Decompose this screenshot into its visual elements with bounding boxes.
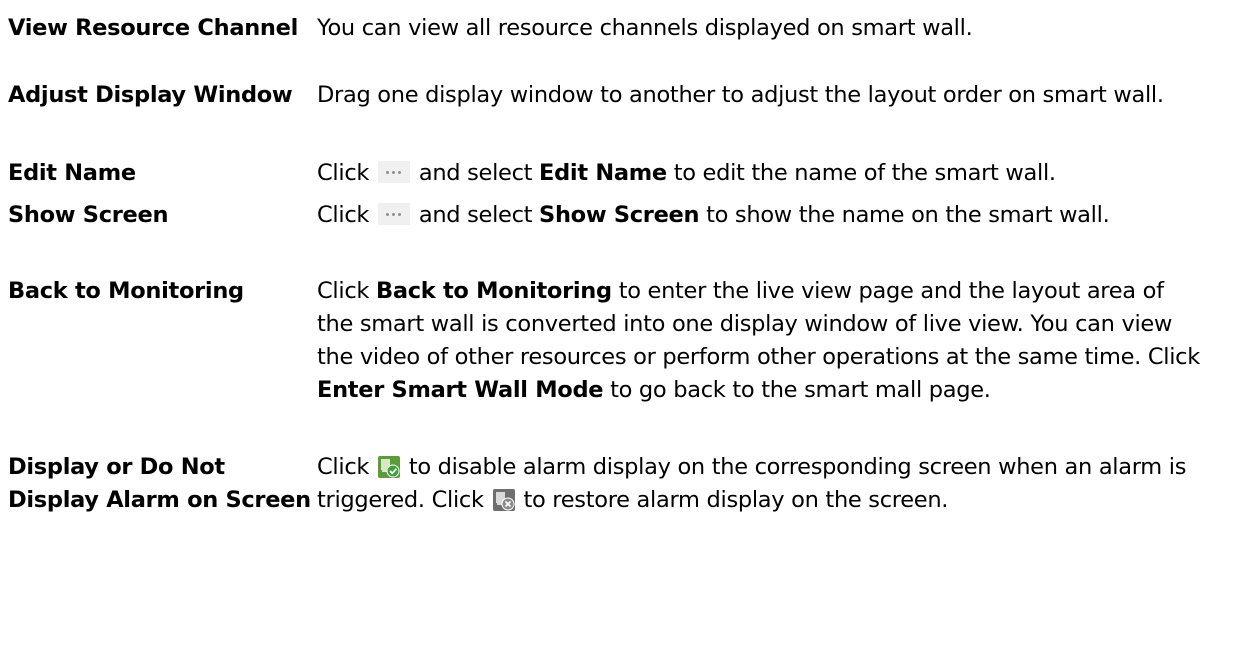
table-row: View Resource Channel You can view all r… bbox=[0, 0, 1235, 79]
alarm-display-enabled-icon bbox=[377, 456, 400, 478]
text-and-select: and select bbox=[418, 160, 533, 186]
description: Click and select Edit Name to edit the n… bbox=[317, 157, 1235, 199]
table-row: Back to Monitoring Click Back to Monitor… bbox=[0, 275, 1235, 451]
table-row: Display or Do Not Display Alarm on Scree… bbox=[0, 451, 1235, 571]
description: You can view all resource channels displ… bbox=[317, 15, 973, 41]
description: Click Back to Monitoring to enter the li… bbox=[317, 275, 1235, 451]
text-rest: to restore alarm display on the screen. bbox=[523, 487, 949, 513]
text-click: Click bbox=[317, 454, 370, 480]
bold-back-to-monitoring: Back to Monitoring bbox=[375, 278, 612, 304]
bold-enter-smart-wall-mode: Enter Smart Wall Mode bbox=[317, 377, 604, 403]
more-options-icon bbox=[377, 161, 410, 183]
text-click: Click bbox=[317, 160, 370, 186]
term-edit-name: Edit Name bbox=[8, 160, 136, 186]
term-display-alarm-on-screen: Display or Do Not Display Alarm on Scree… bbox=[8, 454, 311, 513]
description: Click to disable alarm display on the co… bbox=[317, 451, 1235, 571]
description: Drag one display window to another to ad… bbox=[317, 82, 1164, 108]
term-show-screen: Show Screen bbox=[8, 202, 169, 228]
term-adjust-display-window: Adjust Display Window bbox=[8, 82, 293, 108]
text-click: Click bbox=[317, 202, 370, 228]
table-row: Edit Name Click and select Edit Name to … bbox=[0, 157, 1235, 199]
more-options-icon bbox=[377, 203, 410, 225]
text-rest: to go back to the smart mall page. bbox=[610, 377, 991, 403]
term-back-to-monitoring: Back to Monitoring bbox=[8, 278, 244, 304]
table-row: Show Screen Click and select Show Screen… bbox=[0, 199, 1235, 275]
definition-table: View Resource Channel You can view all r… bbox=[0, 0, 1235, 571]
alarm-display-disabled-icon bbox=[492, 489, 515, 511]
term-view-resource-channel: View Resource Channel bbox=[8, 15, 299, 41]
text-click: Click bbox=[317, 278, 370, 304]
description: Click and select Show Screen to show the… bbox=[317, 199, 1235, 275]
bold-show-screen: Show Screen bbox=[539, 202, 700, 228]
text-rest: to edit the name of the smart wall. bbox=[673, 160, 1056, 186]
table-row: Adjust Display Window Drag one display w… bbox=[0, 79, 1235, 157]
bold-edit-name: Edit Name bbox=[539, 160, 667, 186]
text-rest: to show the name on the smart wall. bbox=[706, 202, 1110, 228]
text-and-select: and select bbox=[418, 202, 533, 228]
